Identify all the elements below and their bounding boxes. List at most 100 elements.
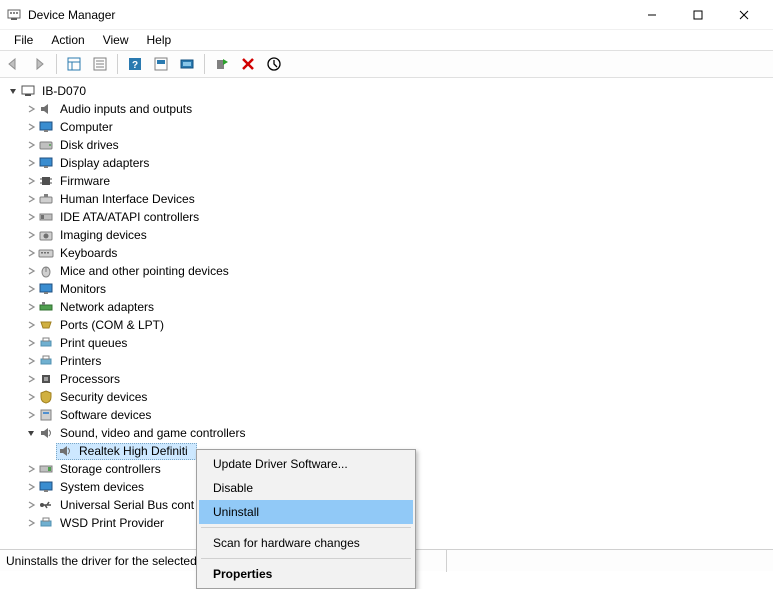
ctx-disable[interactable]: Disable	[199, 476, 413, 500]
speaker-icon	[38, 101, 54, 117]
minimize-button[interactable]	[629, 0, 675, 30]
tree-item-label: Computer	[58, 118, 115, 136]
forward-button[interactable]	[28, 53, 50, 75]
chevron-right-icon[interactable]	[24, 228, 38, 242]
mouse-icon	[38, 263, 54, 279]
tree-item-computer[interactable]: Computer	[2, 118, 771, 136]
tree-item-printers[interactable]: Printers	[2, 352, 771, 370]
printer-icon	[38, 353, 54, 369]
ctx-update-driver[interactable]: Update Driver Software...	[199, 452, 413, 476]
tree-item-label: Security devices	[58, 388, 149, 406]
tree-item-label: Realtek High Definiti	[77, 442, 190, 460]
chevron-right-icon[interactable]	[24, 138, 38, 152]
controller-icon	[38, 209, 54, 225]
shield-icon	[38, 389, 54, 405]
chevron-right-icon[interactable]	[24, 210, 38, 224]
back-button[interactable]	[2, 53, 24, 75]
menu-help[interactable]: Help	[139, 31, 180, 49]
chevron-right-icon[interactable]	[24, 192, 38, 206]
ctx-scan-hardware[interactable]: Scan for hardware changes	[199, 531, 413, 555]
tree-item-hid[interactable]: Human Interface Devices	[2, 190, 771, 208]
properties-button[interactable]	[89, 53, 111, 75]
printer-icon	[38, 515, 54, 531]
tree-item-print-queues[interactable]: Print queues	[2, 334, 771, 352]
chevron-right-icon[interactable]	[24, 102, 38, 116]
action-button[interactable]	[150, 53, 172, 75]
chevron-right-icon[interactable]	[24, 480, 38, 494]
tree-item-label: Sound, video and game controllers	[58, 424, 247, 442]
tree-item-keyboards[interactable]: Keyboards	[2, 244, 771, 262]
chevron-right-icon[interactable]	[24, 390, 38, 404]
speaker-icon	[38, 425, 54, 441]
ctx-uninstall[interactable]: Uninstall	[199, 500, 413, 524]
tree-item-label: Monitors	[58, 280, 108, 298]
system-icon	[38, 479, 54, 495]
tree-item-audio[interactable]: Audio inputs and outputs	[2, 100, 771, 118]
tree-root[interactable]: IB-D070	[2, 82, 771, 100]
tree-item-disk[interactable]: Disk drives	[2, 136, 771, 154]
tree-item-firmware[interactable]: Firmware	[2, 172, 771, 190]
menubar: File Action View Help	[0, 30, 773, 50]
chevron-right-icon[interactable]	[24, 516, 38, 530]
network-icon	[38, 299, 54, 315]
tree-item-sound[interactable]: Sound, video and game controllers	[2, 424, 771, 442]
ctx-properties[interactable]: Properties	[199, 562, 413, 586]
chevron-right-icon[interactable]	[24, 264, 38, 278]
menu-action[interactable]: Action	[43, 31, 92, 49]
tree-item-imaging[interactable]: Imaging devices	[2, 226, 771, 244]
chevron-right-icon[interactable]	[24, 246, 38, 260]
tree-item-network[interactable]: Network adapters	[2, 298, 771, 316]
tree-item-label: Printers	[58, 352, 103, 370]
chevron-down-icon[interactable]	[24, 426, 38, 440]
svg-text:?: ?	[132, 60, 138, 71]
controller-icon	[38, 461, 54, 477]
chevron-right-icon[interactable]	[24, 498, 38, 512]
hid-icon	[38, 191, 54, 207]
show-hide-tree-button[interactable]	[63, 53, 85, 75]
tree-item-label: Disk drives	[58, 136, 121, 154]
tree-item-display[interactable]: Display adapters	[2, 154, 771, 172]
update-driver-button[interactable]	[263, 53, 285, 75]
chevron-right-icon[interactable]	[24, 462, 38, 476]
tree-item-label: Network adapters	[58, 298, 156, 316]
monitor-icon	[38, 119, 54, 135]
chevron-down-icon[interactable]	[6, 84, 20, 98]
chevron-right-icon[interactable]	[24, 408, 38, 422]
scan-hardware-button[interactable]	[176, 53, 198, 75]
usb-icon	[38, 497, 54, 513]
tree-item-ports[interactable]: Ports (COM & LPT)	[2, 316, 771, 334]
chevron-right-icon[interactable]	[24, 372, 38, 386]
chevron-right-icon[interactable]	[24, 336, 38, 350]
close-button[interactable]	[721, 0, 767, 30]
tree-item-mice[interactable]: Mice and other pointing devices	[2, 262, 771, 280]
computer-icon	[20, 83, 36, 99]
tree-item-label: IDE ATA/ATAPI controllers	[58, 208, 201, 226]
tree-item-label: Ports (COM & LPT)	[58, 316, 166, 334]
chevron-right-icon[interactable]	[24, 282, 38, 296]
tree-item-monitors[interactable]: Monitors	[2, 280, 771, 298]
tree-item-label: Imaging devices	[58, 226, 149, 244]
chevron-right-icon[interactable]	[24, 120, 38, 134]
chevron-right-icon[interactable]	[24, 300, 38, 314]
tree-item-software[interactable]: Software devices	[2, 406, 771, 424]
tree-item-label: Mice and other pointing devices	[58, 262, 231, 280]
tree-item-security[interactable]: Security devices	[2, 388, 771, 406]
chevron-right-icon[interactable]	[24, 156, 38, 170]
maximize-button[interactable]	[675, 0, 721, 30]
chevron-right-icon[interactable]	[24, 174, 38, 188]
titlebar: Device Manager	[0, 0, 773, 30]
menu-file[interactable]: File	[6, 31, 41, 49]
menu-view[interactable]: View	[95, 31, 137, 49]
uninstall-button[interactable]	[237, 53, 259, 75]
port-icon	[38, 317, 54, 333]
separator	[201, 558, 411, 559]
enable-device-button[interactable]	[211, 53, 233, 75]
cpu-icon	[38, 371, 54, 387]
help-button[interactable]: ?	[124, 53, 146, 75]
chevron-right-icon[interactable]	[24, 318, 38, 332]
chevron-right-icon[interactable]	[24, 354, 38, 368]
tree-item-label: Display adapters	[58, 154, 151, 172]
tree-item-ide[interactable]: IDE ATA/ATAPI controllers	[2, 208, 771, 226]
app-icon	[6, 7, 22, 23]
tree-item-processors[interactable]: Processors	[2, 370, 771, 388]
